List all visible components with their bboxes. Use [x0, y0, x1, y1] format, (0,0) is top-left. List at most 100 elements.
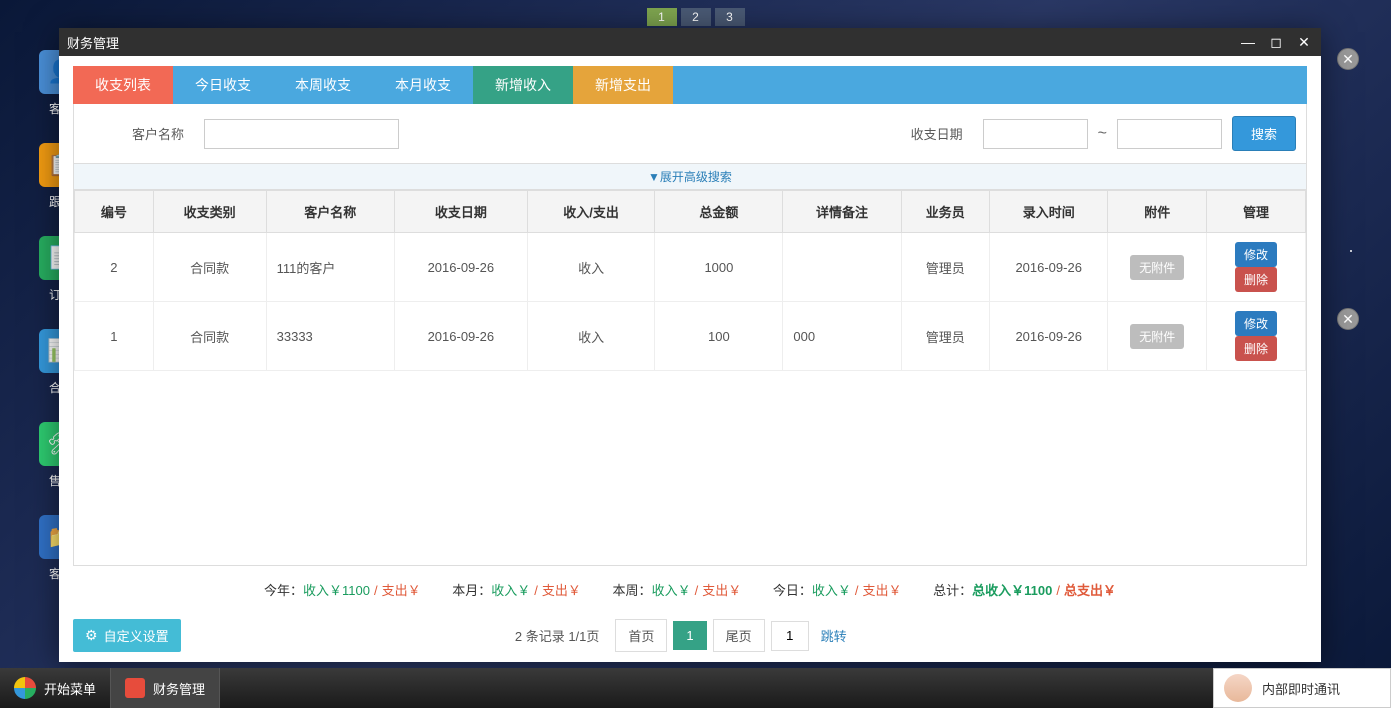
total-expense: 总支出￥: [1064, 583, 1116, 598]
delete-button[interactable]: 删除: [1235, 336, 1277, 361]
tab-5[interactable]: 新增支出: [573, 66, 673, 104]
page-1-button[interactable]: 1: [673, 621, 706, 650]
close-icon[interactable]: ✕: [1295, 34, 1313, 51]
col-header: 收支日期: [394, 191, 527, 233]
col-header: 收支类别: [153, 191, 266, 233]
date-from-input[interactable]: [983, 119, 1088, 149]
taskbar: 开始菜单 财务管理: [0, 668, 1391, 708]
date-to-input[interactable]: [1117, 119, 1222, 149]
day-expense: 支出￥: [863, 583, 902, 598]
cell: 2016-09-26: [990, 302, 1108, 371]
day-income: 收入￥: [812, 583, 851, 598]
taskbar-item-finance[interactable]: 财务管理: [111, 668, 220, 708]
page-info: 2 条记录 1/1页: [515, 626, 600, 645]
bg-close-icon[interactable]: ✕: [1337, 48, 1359, 70]
action-cell: 修改删除: [1207, 302, 1306, 371]
tab-0[interactable]: 收支列表: [73, 66, 173, 104]
tab-bar: 收支列表今日收支本周收支本月收支新增收入新增支出: [73, 66, 1307, 104]
table-row: 1合同款333332016-09-26收入100000管理员2016-09-26…: [75, 302, 1306, 371]
edit-button[interactable]: 修改: [1235, 242, 1277, 267]
col-header: 业务员: [901, 191, 990, 233]
desktop-pager: 1 2 3: [647, 8, 745, 26]
jump-button[interactable]: 跳转: [815, 626, 853, 645]
day-label: 今日：: [773, 583, 812, 598]
cell: [783, 233, 901, 302]
no-attachment-badge: 无附件: [1130, 324, 1184, 349]
first-page-button[interactable]: 首页: [615, 619, 667, 652]
attachment-cell: 无附件: [1108, 233, 1207, 302]
tab-2[interactable]: 本周收支: [273, 66, 373, 104]
col-header: 详情备注: [783, 191, 901, 233]
customer-name-label: 客户名称: [84, 124, 194, 143]
week-label: 本周：: [613, 583, 652, 598]
maximize-icon[interactable]: ◻: [1267, 34, 1285, 51]
total-label: 总计：: [933, 583, 972, 598]
desktop-page-1[interactable]: 1: [647, 8, 677, 26]
action-cell: 修改删除: [1207, 233, 1306, 302]
year-expense: 支出￥: [382, 583, 421, 598]
week-expense: 支出￥: [702, 583, 741, 598]
edit-button[interactable]: 修改: [1235, 311, 1277, 336]
goto-page-input[interactable]: [771, 621, 809, 651]
cell: 收入: [527, 233, 655, 302]
cell: 管理员: [901, 302, 990, 371]
chat-widget[interactable]: 内部即时通讯: [1213, 668, 1391, 708]
last-page-button[interactable]: 尾页: [713, 619, 765, 652]
week-income: 收入￥: [652, 583, 691, 598]
taskbar-item-label: 财务管理: [153, 679, 205, 698]
start-label: 开始菜单: [44, 679, 96, 698]
footer-bar: ⚙自定义设置 2 条记录 1/1页 首页 1 尾页 跳转: [73, 613, 1307, 652]
table-row: 2合同款111的客户2016-09-26收入1000管理员2016-09-26无…: [75, 233, 1306, 302]
start-menu-button[interactable]: 开始菜单: [0, 668, 111, 708]
range-separator: ~: [1098, 125, 1107, 143]
cell: 1000: [655, 233, 783, 302]
cell: 合同款: [153, 302, 266, 371]
tab-3[interactable]: 本月收支: [373, 66, 473, 104]
pagination: 2 条记录 1/1页 首页 1 尾页 跳转: [515, 619, 853, 652]
col-header: 编号: [75, 191, 154, 233]
cell: 1: [75, 302, 154, 371]
year-income: 收入￥1100: [303, 583, 370, 598]
finance-window: 财务管理 — ◻ ✕ 收支列表今日收支本周收支本月收支新增收入新增支出 客户名称…: [59, 28, 1321, 662]
chat-label: 内部即时通讯: [1262, 679, 1340, 698]
col-header: 客户名称: [266, 191, 394, 233]
month-income: 收入￥: [491, 583, 530, 598]
advanced-search-toggle[interactable]: ▼展开高级搜索: [73, 164, 1307, 190]
tab-4[interactable]: 新增收入: [473, 66, 573, 104]
window-title: 财务管理: [67, 33, 119, 52]
tab-1[interactable]: 今日收支: [173, 66, 273, 104]
cell: 合同款: [153, 233, 266, 302]
month-label: 本月：: [452, 583, 491, 598]
customer-name-input[interactable]: [204, 119, 399, 149]
bg-close-icon[interactable]: ✕: [1337, 308, 1359, 330]
search-button[interactable]: 搜索: [1232, 116, 1296, 151]
col-header: 管理: [1207, 191, 1306, 233]
desktop-page-2[interactable]: 2: [681, 8, 711, 26]
attachment-cell: 无附件: [1108, 302, 1207, 371]
windows-logo-icon: [14, 677, 36, 699]
customize-button[interactable]: ⚙自定义设置: [73, 619, 181, 652]
customize-label: 自定义设置: [104, 626, 169, 645]
cell: 000: [783, 302, 901, 371]
date-label: 收支日期: [901, 124, 973, 143]
col-header: 附件: [1108, 191, 1207, 233]
finance-table: 编号收支类别客户名称收支日期收入/支出总金额详情备注业务员录入时间附件管理 2合…: [73, 190, 1307, 566]
cell: 2: [75, 233, 154, 302]
cell: 100: [655, 302, 783, 371]
cell: 2016-09-26: [990, 233, 1108, 302]
cell: 收入: [527, 302, 655, 371]
cell: 111的客户: [266, 233, 394, 302]
col-header: 录入时间: [990, 191, 1108, 233]
summary-bar: 今年：收入￥1100/支出￥ 本月：收入￥/支出￥ 本周：收入￥/支出￥ 今日：…: [73, 566, 1307, 613]
month-expense: 支出￥: [542, 583, 581, 598]
no-attachment-badge: 无附件: [1130, 255, 1184, 280]
cell: 2016-09-26: [394, 233, 527, 302]
minimize-icon[interactable]: —: [1239, 34, 1257, 51]
col-header: 总金额: [655, 191, 783, 233]
delete-button[interactable]: 删除: [1235, 267, 1277, 292]
col-header: 收入/支出: [527, 191, 655, 233]
year-label: 今年：: [264, 583, 303, 598]
desktop-page-3[interactable]: 3: [715, 8, 745, 26]
total-income: 总收入￥1100: [972, 583, 1052, 598]
search-bar: 客户名称 收支日期 ~ 搜索: [73, 104, 1307, 164]
